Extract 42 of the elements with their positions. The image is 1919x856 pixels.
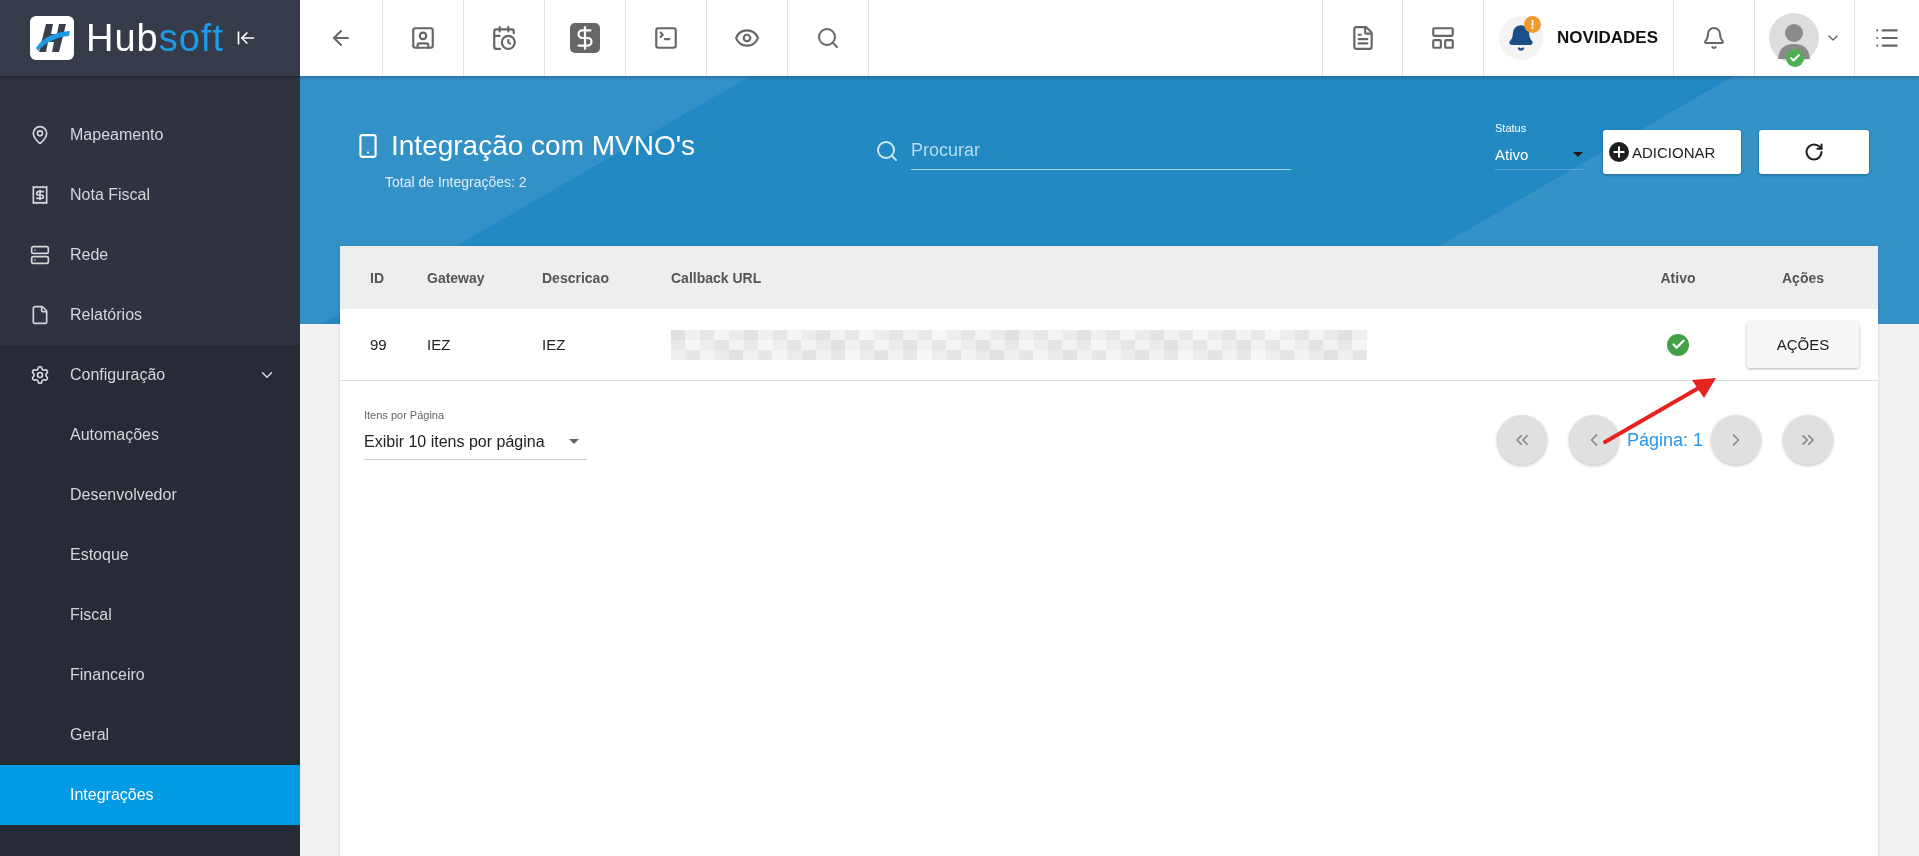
- column-header: Gateway: [427, 269, 486, 286]
- add-button[interactable]: ADICIONAR: [1603, 130, 1741, 174]
- table-cell-text: IEZ: [427, 336, 452, 353]
- calendar-clock-icon: [491, 25, 517, 51]
- page-title: Integração com MVNO's: [391, 130, 696, 162]
- table-cell-text: IEZ: [542, 336, 567, 353]
- settings-icon: [30, 365, 50, 385]
- panel-layout-icon: [1430, 25, 1456, 51]
- page-subtitle: Total de Integrações: 2: [384, 174, 528, 190]
- refresh-button[interactable]: [1759, 130, 1869, 174]
- per-page-label: Itens por Página: [364, 408, 446, 421]
- per-page-select[interactable]: Exibir 10 itens por página: [364, 426, 587, 460]
- refresh-icon: [1804, 142, 1824, 162]
- dollar-icon: [570, 23, 600, 53]
- contact-card-icon: [410, 25, 436, 51]
- bell-icon: [1702, 26, 1726, 50]
- actions-button[interactable]: AÇÕES: [1747, 321, 1859, 368]
- last-page-button[interactable]: [1783, 415, 1833, 465]
- search-field[interactable]: Procurar: [911, 132, 1291, 170]
- column-header: Ativo: [1659, 269, 1697, 286]
- column-header: ID: [370, 269, 385, 286]
- server-icon: [30, 245, 50, 265]
- document-icon: [30, 305, 50, 325]
- receipt-icon: [30, 185, 50, 205]
- map-pin-icon: [30, 125, 50, 145]
- search-icon: [875, 139, 899, 163]
- collapse-menu-icon[interactable]: [235, 28, 256, 48]
- news-badge: !: [1523, 16, 1541, 33]
- terminal-icon: [653, 25, 679, 51]
- table-cell-text: 99: [370, 336, 388, 353]
- column-header: Ações: [1781, 269, 1825, 286]
- previous-page-button[interactable]: [1568, 415, 1619, 465]
- first-page-button[interactable]: [1496, 415, 1547, 465]
- status-select[interactable]: Ativo: [1495, 140, 1583, 170]
- status-label: Status: [1495, 122, 1528, 134]
- column-header: Callback URL: [671, 269, 763, 286]
- logo-icon: [30, 16, 74, 60]
- column-header: Descricao: [542, 269, 610, 286]
- logo-text: Hubsoft: [86, 16, 224, 60]
- page-indicator: Página: 1: [1626, 429, 1703, 451]
- plus-icon: [1609, 142, 1629, 162]
- search-icon: [816, 26, 840, 50]
